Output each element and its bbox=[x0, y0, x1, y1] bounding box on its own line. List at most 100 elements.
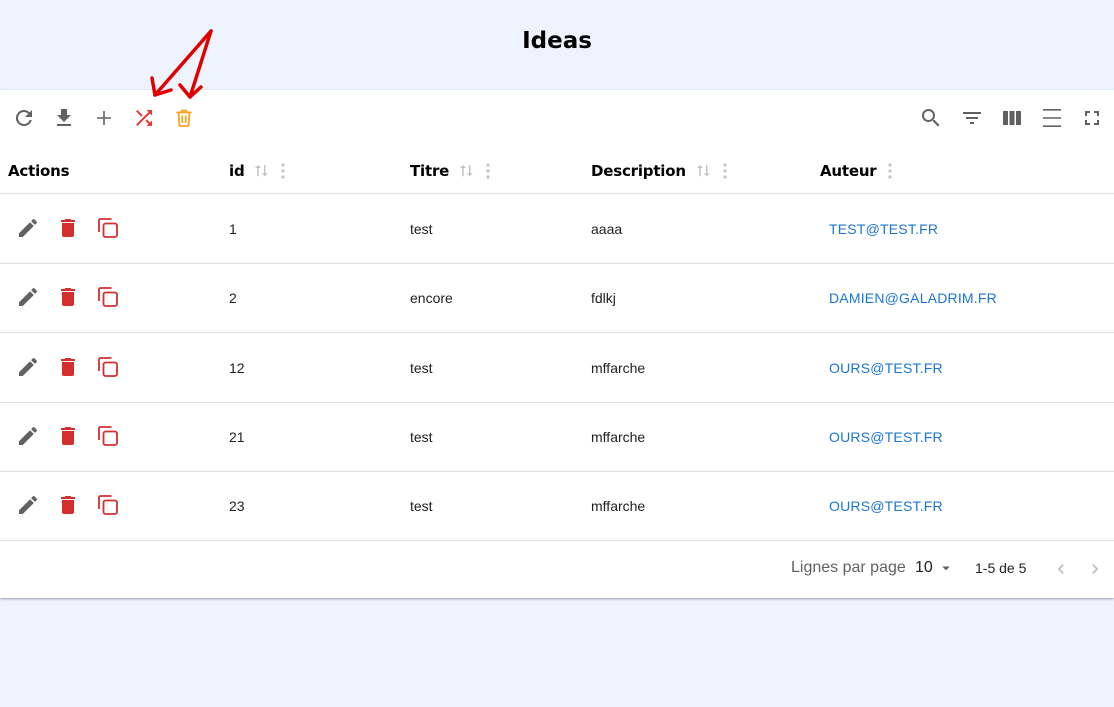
author-link[interactable]: OURS@TEST.FR bbox=[829, 402, 943, 471]
cell-id: 2 bbox=[229, 289, 237, 306]
add-icon bbox=[92, 106, 116, 130]
cell-titre: test bbox=[410, 220, 433, 237]
density-icon bbox=[1040, 106, 1064, 130]
column-header-label: Auteur bbox=[820, 161, 877, 180]
previous-page-button[interactable] bbox=[1050, 558, 1072, 580]
filter-icon bbox=[960, 106, 984, 130]
column-menu-icon[interactable] bbox=[481, 162, 495, 180]
column-header-description[interactable]: Description bbox=[591, 148, 732, 193]
fullscreen-button[interactable] bbox=[1080, 106, 1104, 130]
table-row: 12 test mffarche OURS@TEST.FR bbox=[0, 333, 1114, 403]
cell-description: mffarche bbox=[591, 359, 646, 376]
duplicate-button[interactable] bbox=[96, 355, 120, 379]
rows-per-page-value: 10 bbox=[915, 559, 933, 576]
cell-description: aaaa bbox=[591, 220, 623, 237]
cell-titre: encore bbox=[410, 289, 453, 306]
delete-icon bbox=[56, 424, 80, 448]
search-icon bbox=[919, 106, 943, 130]
table-header-row: Actions id Titre Description Auteur bbox=[0, 148, 1114, 194]
edit-icon bbox=[16, 424, 40, 448]
rows-per-page-label: Lignes par page bbox=[791, 559, 906, 576]
duplicate-icon bbox=[96, 216, 120, 240]
sort-icon[interactable] bbox=[252, 162, 270, 180]
column-menu-icon[interactable] bbox=[276, 162, 290, 180]
edit-button[interactable] bbox=[16, 355, 40, 379]
table-row: 1 test aaaa TEST@TEST.FR bbox=[0, 194, 1114, 264]
column-header-id[interactable]: id bbox=[229, 148, 290, 193]
rows-per-page-select[interactable]: 10 bbox=[915, 557, 955, 579]
delete-button[interactable] bbox=[56, 493, 80, 517]
author-link[interactable]: OURS@TEST.FR bbox=[829, 333, 943, 402]
cell-titre: test bbox=[410, 428, 433, 445]
density-button[interactable] bbox=[1040, 106, 1064, 130]
shuffle-button[interactable] bbox=[132, 106, 156, 130]
delete-icon bbox=[56, 285, 80, 309]
delete-icon bbox=[56, 216, 80, 240]
duplicate-icon bbox=[96, 285, 120, 309]
column-header-actions: Actions bbox=[8, 148, 70, 193]
duplicate-icon bbox=[96, 424, 120, 448]
column-menu-icon[interactable] bbox=[718, 162, 732, 180]
sort-icon[interactable] bbox=[694, 162, 712, 180]
shuffle-icon bbox=[132, 106, 156, 130]
delete-button[interactable] bbox=[56, 285, 80, 309]
column-header-label: Titre bbox=[410, 161, 450, 180]
edit-button[interactable] bbox=[16, 493, 40, 517]
author-link[interactable]: OURS@TEST.FR bbox=[829, 471, 943, 540]
filter-button[interactable] bbox=[960, 106, 984, 130]
cell-id: 21 bbox=[229, 428, 245, 445]
cell-description: mffarche bbox=[591, 428, 646, 445]
duplicate-button[interactable] bbox=[96, 424, 120, 448]
download-button[interactable] bbox=[52, 106, 76, 130]
edit-icon bbox=[16, 216, 40, 240]
chevron-right-icon bbox=[1085, 559, 1105, 579]
delete-icon bbox=[56, 355, 80, 379]
search-button[interactable] bbox=[919, 106, 943, 130]
caret-down-icon bbox=[933, 559, 955, 577]
table-toolbar bbox=[0, 90, 1114, 148]
edit-button[interactable] bbox=[16, 285, 40, 309]
author-link[interactable]: DAMIEN@GALADRIM.FR bbox=[829, 263, 997, 332]
trash-icon bbox=[172, 106, 196, 130]
page-title: Ideas bbox=[522, 28, 592, 54]
author-link[interactable]: TEST@TEST.FR bbox=[829, 194, 938, 263]
view-columns-button[interactable] bbox=[1000, 106, 1024, 130]
edit-icon bbox=[16, 355, 40, 379]
cell-description: mffarche bbox=[591, 497, 646, 514]
edit-button[interactable] bbox=[16, 216, 40, 240]
sort-icon[interactable] bbox=[457, 162, 475, 180]
column-menu-icon[interactable] bbox=[883, 162, 897, 180]
edit-button[interactable] bbox=[16, 424, 40, 448]
refresh-button[interactable] bbox=[12, 106, 36, 130]
add-button[interactable] bbox=[92, 106, 116, 130]
next-page-button[interactable] bbox=[1084, 558, 1106, 580]
duplicate-icon bbox=[96, 493, 120, 517]
column-header-auteur[interactable]: Auteur bbox=[820, 148, 897, 193]
download-icon bbox=[52, 106, 76, 130]
duplicate-button[interactable] bbox=[96, 493, 120, 517]
table-row: 2 encore fdlkj DAMIEN@GALADRIM.FR bbox=[0, 263, 1114, 333]
duplicate-icon bbox=[96, 355, 120, 379]
delete-button[interactable] bbox=[56, 424, 80, 448]
delete-button[interactable] bbox=[56, 216, 80, 240]
bulk-delete-button[interactable] bbox=[172, 106, 196, 130]
column-header-label: id bbox=[229, 161, 245, 180]
fullscreen-icon bbox=[1080, 106, 1104, 130]
cell-id: 12 bbox=[229, 359, 245, 376]
duplicate-button[interactable] bbox=[96, 285, 120, 309]
view-columns-icon bbox=[1000, 106, 1024, 130]
edit-icon bbox=[16, 493, 40, 517]
cell-description: fdlkj bbox=[591, 289, 616, 306]
edit-icon bbox=[16, 285, 40, 309]
delete-button[interactable] bbox=[56, 355, 80, 379]
column-header-titre[interactable]: Titre bbox=[410, 148, 495, 193]
pagination-range: 1-5 de 5 bbox=[975, 560, 1027, 576]
table-row: 21 test mffarche OURS@TEST.FR bbox=[0, 402, 1114, 472]
delete-icon bbox=[56, 493, 80, 517]
cell-titre: test bbox=[410, 497, 433, 514]
chevron-left-icon bbox=[1051, 559, 1071, 579]
column-header-label: Description bbox=[591, 161, 686, 180]
column-header-label: Actions bbox=[8, 161, 70, 180]
data-table-panel: Actions id Titre Description Auteur 1 te… bbox=[0, 90, 1114, 598]
duplicate-button[interactable] bbox=[96, 216, 120, 240]
